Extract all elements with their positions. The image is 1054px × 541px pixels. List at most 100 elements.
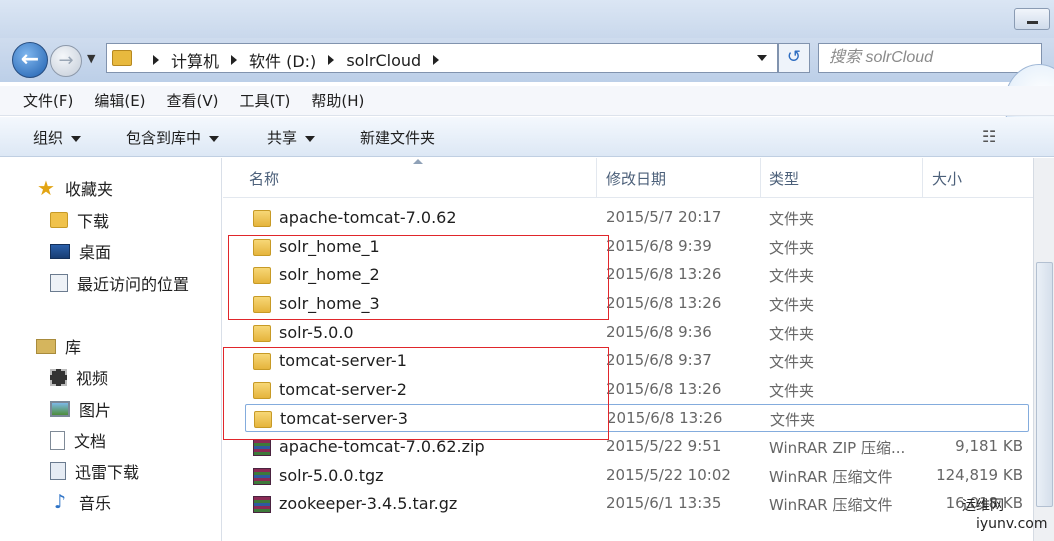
- sidebar-item-label: 最近访问的位置: [77, 275, 190, 294]
- sidebar-item-label: 视频: [76, 369, 109, 388]
- column-name[interactable]: 名称: [249, 168, 279, 189]
- chevron-right-icon[interactable]: [153, 55, 159, 65]
- file-row[interactable]: solr-5.0.0.tgz 2015/5/22 10:02 WinRAR 压缩…: [245, 462, 1029, 490]
- file-type: 文件夹: [770, 411, 816, 429]
- file-date: 2015/5/7 20:17: [606, 208, 722, 226]
- column-size[interactable]: 大小: [932, 168, 962, 189]
- menu-help[interactable]: 帮助(H): [311, 90, 364, 111]
- address-dropdown-icon[interactable]: [757, 55, 767, 61]
- change-view-icon[interactable]: ☷: [982, 127, 996, 146]
- sidebar-item-recent[interactable]: 最近访问的位置: [50, 271, 189, 295]
- file-type: 文件夹: [769, 382, 815, 400]
- folder-icon: [253, 325, 271, 342]
- address-bar[interactable]: 计算机 软件 (D:) solrCloud: [106, 43, 778, 73]
- sidebar-item-label: 迅雷下载: [75, 463, 140, 482]
- picture-icon: [50, 401, 70, 417]
- menu-file[interactable]: 文件(F): [23, 90, 73, 111]
- download-manager-icon: [50, 462, 66, 480]
- library-icon: [36, 338, 56, 354]
- forward-button[interactable]: →: [50, 45, 82, 77]
- file-size: 9,181 KB: [955, 437, 1023, 455]
- sidebar-item-videos[interactable]: 视频: [50, 365, 108, 389]
- breadcrumb-computer[interactable]: 计算机: [171, 48, 219, 72]
- file-type: 文件夹: [769, 239, 815, 257]
- solr-home-highlight-box: [228, 235, 609, 320]
- refresh-button[interactable]: ↺: [778, 43, 810, 73]
- share-label: 共享: [267, 129, 298, 147]
- sidebar-item-music[interactable]: ♪ 音乐: [50, 490, 111, 514]
- sidebar-item-documents[interactable]: 文档: [50, 428, 106, 452]
- file-date: 2015/6/8 9:36: [606, 323, 712, 341]
- search-input[interactable]: [818, 43, 1042, 73]
- file-type: 文件夹: [769, 353, 815, 371]
- file-row[interactable]: apache-tomcat-7.0.62 2015/5/7 20:17 文件夹: [245, 204, 1029, 232]
- file-name: apache-tomcat-7.0.62: [279, 208, 457, 227]
- sidebar-item-label: 库: [65, 338, 82, 357]
- breadcrumb: 计算机 软件 (D:) solrCloud: [141, 48, 451, 72]
- chevron-right-icon[interactable]: [328, 55, 335, 65]
- file-type: 文件夹: [769, 267, 815, 285]
- sidebar-item-downloads[interactable]: 下载: [50, 208, 109, 232]
- back-button[interactable]: ←: [12, 42, 48, 78]
- menu-tools[interactable]: 工具(T): [240, 90, 291, 111]
- sidebar-item-desktop[interactable]: 桌面: [50, 239, 111, 263]
- scrollbar-thumb[interactable]: [1036, 262, 1053, 507]
- document-icon: [50, 430, 65, 450]
- command-toolbar: 组织 包含到库中 共享 新建文件夹 ☷: [0, 117, 1054, 157]
- file-date: 2015/6/8 13:26: [607, 409, 723, 427]
- watermark-line1: 运维网: [962, 498, 1004, 514]
- file-name: zookeeper-3.4.5.tar.gz: [279, 494, 458, 513]
- recent-places-icon: [50, 274, 68, 292]
- file-date: 2015/6/8 9:37: [606, 351, 712, 369]
- file-date: 2015/5/22 10:02: [606, 466, 731, 484]
- chevron-right-icon[interactable]: [433, 55, 440, 65]
- video-icon: [50, 368, 67, 386]
- file-date: 2015/6/8 13:26: [606, 294, 722, 312]
- minimize-button[interactable]: [1014, 8, 1050, 30]
- breadcrumb-drive-d[interactable]: 软件 (D:): [249, 48, 316, 72]
- file-row[interactable]: solr-5.0.0 2015/6/8 9:36 文件夹: [245, 319, 1029, 347]
- column-type[interactable]: 类型: [769, 168, 799, 189]
- include-in-library-label: 包含到库中: [126, 129, 202, 147]
- music-icon: ♪: [53, 491, 67, 513]
- sidebar-item-label: 图片: [79, 401, 112, 420]
- file-date: 2015/6/8 13:26: [606, 380, 722, 398]
- sidebar-item-thunder[interactable]: 迅雷下载: [50, 459, 139, 483]
- sidebar-item-pictures[interactable]: 图片: [50, 397, 111, 421]
- column-divider[interactable]: [760, 158, 761, 198]
- file-row[interactable]: zookeeper-3.4.5.tar.gz 2015/6/1 13:35 Wi…: [245, 490, 1029, 518]
- share-button[interactable]: 共享: [267, 127, 316, 148]
- file-date: 2015/6/8 9:39: [606, 237, 712, 255]
- sidebar-item-libraries[interactable]: 库: [36, 334, 81, 358]
- winrar-icon: [253, 439, 271, 456]
- file-date: 2015/6/8 13:26: [606, 265, 722, 283]
- file-type: WinRAR 压缩文件: [769, 468, 893, 486]
- dropdown-arrow-icon: [71, 135, 82, 142]
- column-divider[interactable]: [596, 158, 597, 198]
- window-titlebar: [0, 0, 1054, 38]
- column-divider[interactable]: [922, 158, 923, 198]
- column-header: 名称 修改日期 类型 大小: [223, 158, 1033, 198]
- file-type: WinRAR 压缩文件: [769, 496, 893, 514]
- recent-pages-dropdown[interactable]: ▼: [87, 52, 95, 65]
- menu-view[interactable]: 查看(V): [167, 90, 219, 111]
- chevron-right-icon[interactable]: [231, 55, 238, 65]
- vertical-scrollbar[interactable]: [1033, 158, 1054, 541]
- file-type: 文件夹: [769, 210, 815, 228]
- menu-edit[interactable]: 编辑(E): [94, 90, 145, 111]
- breadcrumb-solrcloud[interactable]: solrCloud: [346, 51, 421, 70]
- include-in-library-button[interactable]: 包含到库中: [126, 127, 220, 148]
- sidebar-item-label: 桌面: [79, 243, 112, 262]
- sort-ascending-icon: [413, 159, 423, 164]
- menu-bar: 文件(F) 编辑(E) 查看(V) 工具(T) 帮助(H): [0, 86, 1054, 116]
- watermark-line2: iyunv.com: [976, 516, 1048, 532]
- winrar-icon: [253, 496, 271, 513]
- desktop-icon: [50, 243, 70, 259]
- sidebar-item-favorites[interactable]: ★ 收藏夹: [36, 176, 113, 200]
- column-date[interactable]: 修改日期: [606, 168, 666, 189]
- new-folder-button[interactable]: 新建文件夹: [360, 127, 435, 148]
- star-icon: ★: [37, 176, 55, 200]
- file-size: 124,819 KB: [936, 466, 1023, 484]
- file-date: 2015/5/22 9:51: [606, 437, 722, 455]
- organize-button[interactable]: 组织: [33, 127, 82, 148]
